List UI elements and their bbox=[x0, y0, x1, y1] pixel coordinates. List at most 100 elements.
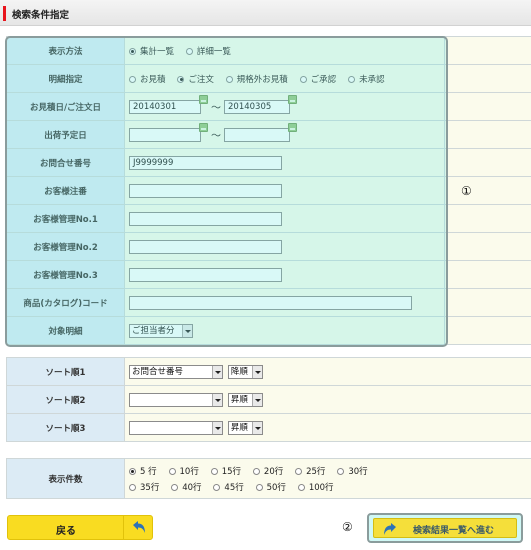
radio-detail-list[interactable]: 詳細一覧 bbox=[185, 45, 231, 57]
label-target-detail: 対象明細 bbox=[6, 316, 125, 345]
range-separator: ～ bbox=[211, 131, 221, 142]
sort-3-field-select[interactable] bbox=[129, 420, 223, 435]
radio-dot[interactable] bbox=[255, 484, 263, 491]
label-inquiry-no: お問合せ番号 bbox=[6, 148, 125, 177]
radio-dot[interactable] bbox=[295, 467, 303, 475]
radio-count-25[interactable]: 25行 bbox=[295, 464, 325, 480]
sort-1-order-select[interactable]: 降順 bbox=[227, 364, 263, 379]
search-button-label: 検索結果一覧へ進む bbox=[413, 526, 495, 536]
radio-dot[interactable] bbox=[171, 484, 179, 491]
radio-count-40[interactable]: 40行 bbox=[171, 480, 202, 496]
radio-count-30[interactable]: 30行 bbox=[337, 464, 368, 480]
row-customer-mgmt-2: お客様管理No.2 bbox=[6, 232, 531, 261]
annotation-marker-1: ① bbox=[461, 184, 472, 198]
label-product-code: 商品(カタログ)コード bbox=[6, 288, 125, 317]
chevron-down-icon[interactable] bbox=[251, 421, 262, 434]
radio-count-20[interactable]: 20行 bbox=[252, 464, 283, 480]
radio-unapproved[interactable]: 未承認 bbox=[348, 73, 385, 85]
radio-quote[interactable]: お見積 bbox=[129, 73, 166, 85]
chevron-down-icon[interactable] bbox=[212, 393, 222, 406]
inquiry-no-input[interactable]: J9999999 bbox=[129, 155, 282, 170]
row-target-detail: 対象明細 ご担当者分 bbox=[6, 316, 531, 345]
radio-count-5[interactable]: 5 行 bbox=[129, 464, 157, 480]
label-display-count: 表示件数 bbox=[6, 458, 125, 499]
radio-dot[interactable] bbox=[129, 467, 136, 475]
label-sort-3: ソート順3 bbox=[6, 413, 125, 442]
order-date-to-input[interactable]: 20140305 bbox=[224, 99, 290, 114]
radio-count-100[interactable]: 100行 bbox=[297, 480, 334, 496]
section-title: 検索条件指定 bbox=[12, 10, 70, 21]
radio-count-10[interactable]: 10行 bbox=[168, 464, 199, 480]
chevron-down-icon[interactable] bbox=[212, 421, 222, 434]
order-date-from-input[interactable]: 20140301 bbox=[129, 99, 201, 114]
label-ship-date: 出荷予定日 bbox=[6, 120, 125, 149]
ship-date-to-input[interactable] bbox=[224, 127, 290, 142]
range-separator: ～ bbox=[211, 103, 221, 114]
radio-dot[interactable] bbox=[337, 467, 345, 475]
calendar-icon[interactable] bbox=[288, 95, 297, 104]
radio-dot[interactable] bbox=[297, 484, 305, 491]
radio-count-45[interactable]: 45行 bbox=[213, 480, 244, 496]
radio-dot[interactable] bbox=[185, 47, 193, 55]
customer-mgmt-1-input[interactable] bbox=[129, 211, 282, 226]
chevron-down-icon[interactable] bbox=[212, 365, 222, 378]
back-button[interactable]: 戻る bbox=[7, 515, 153, 540]
radio-summary-list[interactable]: 集計一覧 bbox=[129, 45, 174, 57]
target-detail-select[interactable]: ご担当者分 bbox=[129, 323, 193, 338]
customer-order-no-input[interactable] bbox=[129, 183, 282, 198]
radio-dot[interactable] bbox=[213, 484, 221, 491]
row-order-date: お見積日/ご注文日 20140301 ～ 20140305 bbox=[6, 92, 531, 121]
chevron-down-icon[interactable] bbox=[251, 365, 262, 378]
back-icon-box bbox=[123, 516, 152, 539]
accent-bar bbox=[3, 6, 6, 21]
ship-date-from-input[interactable] bbox=[129, 127, 201, 142]
radio-count-15[interactable]: 15行 bbox=[210, 464, 241, 480]
radio-dot[interactable] bbox=[177, 75, 185, 83]
radio-dot[interactable] bbox=[168, 467, 176, 475]
radio-dot[interactable] bbox=[252, 467, 260, 475]
radio-nonstandard-quote[interactable]: 規格外お見積 bbox=[225, 73, 288, 85]
calendar-icon[interactable] bbox=[199, 123, 208, 132]
row-sort-1: ソート順1 お問合せ番号 降順 bbox=[6, 357, 531, 386]
search-results-button[interactable]: 検索結果一覧へ進む bbox=[373, 518, 517, 538]
label-customer-order-no: お客様注番 bbox=[6, 176, 125, 205]
label-order-date: お見積日/ご注文日 bbox=[6, 92, 125, 121]
radio-dot[interactable] bbox=[348, 75, 356, 83]
row-display-count: 表示件数 5 行 10行 15行 20行 25行 30行 35行 40行 45行… bbox=[6, 458, 531, 499]
radio-count-35[interactable]: 35行 bbox=[129, 480, 159, 496]
product-code-input[interactable] bbox=[129, 295, 412, 310]
radio-order[interactable]: ご注文 bbox=[177, 73, 214, 85]
undo-arrow-icon bbox=[133, 521, 145, 533]
radio-count-50[interactable]: 50行 bbox=[255, 480, 286, 496]
radio-dot[interactable] bbox=[129, 484, 136, 491]
radio-dot[interactable] bbox=[210, 467, 218, 475]
back-button-label: 戻る bbox=[56, 526, 76, 537]
radio-dot[interactable] bbox=[225, 75, 233, 83]
radio-dot[interactable] bbox=[299, 75, 307, 83]
row-sort-3: ソート順3 昇順 bbox=[6, 413, 531, 442]
label-customer-mgmt-3: お客様管理No.3 bbox=[6, 260, 125, 289]
sort-3-order-select[interactable]: 昇順 bbox=[227, 420, 263, 435]
sort-1-field-select[interactable]: お問合せ番号 bbox=[129, 364, 223, 379]
calendar-icon[interactable] bbox=[199, 95, 208, 104]
sort-2-field-select[interactable] bbox=[129, 392, 223, 407]
chevron-down-icon[interactable] bbox=[182, 324, 192, 337]
radio-dot[interactable] bbox=[129, 75, 136, 83]
customer-mgmt-3-input[interactable] bbox=[129, 267, 282, 282]
sort-2-order-select[interactable]: 昇順 bbox=[227, 392, 263, 407]
annotation-marker-2: ② bbox=[342, 520, 353, 534]
section-header: 検索条件指定 bbox=[0, 0, 531, 26]
radio-dot[interactable] bbox=[129, 47, 136, 55]
customer-mgmt-2-input[interactable] bbox=[129, 239, 282, 254]
row-customer-order-no: お客様注番 bbox=[6, 176, 531, 205]
row-detail-type: 明細指定 お見積 ご注文 規格外お見積 ご承認 未承認 bbox=[6, 64, 531, 93]
calendar-icon[interactable] bbox=[288, 123, 297, 132]
chevron-down-icon[interactable] bbox=[251, 393, 262, 406]
highlight-region-2: 検索結果一覧へ進む bbox=[367, 513, 523, 543]
search-conditions-table: 表示方法 集計一覧 詳細一覧 明細指定 お見積 ご注文 規格外お見積 ご承認 未… bbox=[6, 36, 531, 345]
row-product-code: 商品(カタログ)コード bbox=[6, 288, 531, 317]
count-options-line-2: 35行 40行 45行 50行 100行 bbox=[129, 480, 531, 497]
label-detail-type: 明細指定 bbox=[6, 64, 125, 93]
radio-approved[interactable]: ご承認 bbox=[299, 73, 336, 85]
row-ship-date: 出荷予定日 ～ bbox=[6, 120, 531, 149]
